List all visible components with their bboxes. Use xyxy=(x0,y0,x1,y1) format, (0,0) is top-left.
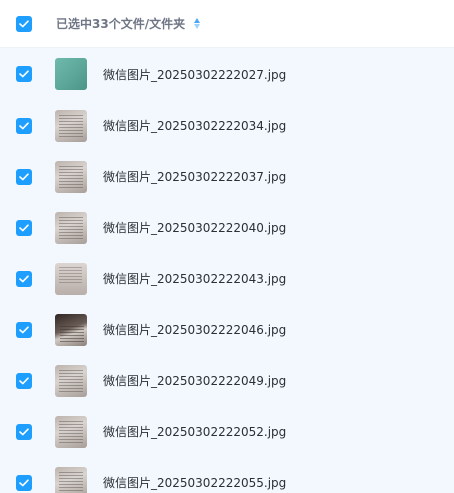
checkmark-icon xyxy=(19,19,29,27)
image-thumbnail[interactable] xyxy=(55,313,87,346)
file-name[interactable]: 微信图片_20250302222027.jpg xyxy=(103,66,286,83)
file-checkbox[interactable] xyxy=(16,321,32,338)
file-row[interactable]: 微信图片_20250302222052.jpg xyxy=(0,406,454,457)
checkmark-icon xyxy=(19,121,29,129)
file-row[interactable]: 微信图片_20250302222049.jpg xyxy=(0,355,454,406)
file-name[interactable]: 微信图片_20250302222046.jpg xyxy=(103,321,286,338)
checkmark-icon xyxy=(19,376,29,384)
file-checkbox[interactable] xyxy=(16,66,32,82)
file-name[interactable]: 微信图片_20250302222037.jpg xyxy=(103,168,286,185)
checkmark-icon xyxy=(19,223,29,231)
select-all-checkbox[interactable] xyxy=(16,15,32,32)
file-row[interactable]: 微信图片_20250302222034.jpg xyxy=(0,100,454,151)
file-name[interactable]: 微信图片_20250302222043.jpg xyxy=(103,270,286,287)
file-row[interactable]: 微信图片_20250302222043.jpg xyxy=(0,253,454,304)
image-thumbnail[interactable] xyxy=(55,160,87,193)
file-row[interactable]: 微信图片_20250302222055.jpg xyxy=(0,457,454,493)
image-thumbnail[interactable] xyxy=(55,211,87,244)
file-checkbox[interactable] xyxy=(16,270,32,287)
file-name[interactable]: 微信图片_20250302222034.jpg xyxy=(103,117,286,134)
sort-icon[interactable] xyxy=(193,17,201,31)
checkmark-icon xyxy=(19,274,29,282)
checkmark-icon xyxy=(19,172,29,180)
file-name[interactable]: 微信图片_20250302222049.jpg xyxy=(103,372,286,389)
checkmark-icon xyxy=(19,478,29,486)
file-list-panel: 已选中33个文件/文件夹 微信图片_20250302222027.jpg 微信图… xyxy=(0,0,454,493)
file-name[interactable]: 微信图片_20250302222040.jpg xyxy=(103,219,286,236)
list-header: 已选中33个文件/文件夹 xyxy=(0,0,454,48)
file-checkbox[interactable] xyxy=(16,117,32,134)
file-row[interactable]: 微信图片_20250302222037.jpg xyxy=(0,151,454,202)
file-checkbox[interactable] xyxy=(16,219,32,236)
image-thumbnail[interactable] xyxy=(55,58,87,90)
file-name[interactable]: 微信图片_20250302222052.jpg xyxy=(103,423,286,440)
selection-count-label: 已选中33个文件/文件夹 xyxy=(56,17,186,31)
checkmark-icon xyxy=(19,325,29,333)
file-list: 微信图片_20250302222027.jpg 微信图片_20250302222… xyxy=(0,48,454,493)
image-thumbnail[interactable] xyxy=(55,109,87,142)
file-row[interactable]: 微信图片_20250302222046.jpg xyxy=(0,304,454,355)
file-row[interactable]: 微信图片_20250302222027.jpg xyxy=(0,48,454,100)
file-checkbox[interactable] xyxy=(16,474,32,491)
image-thumbnail[interactable] xyxy=(55,415,87,448)
checkmark-icon xyxy=(19,70,29,78)
file-checkbox[interactable] xyxy=(16,168,32,185)
file-row[interactable]: 微信图片_20250302222040.jpg xyxy=(0,202,454,253)
checkmark-icon xyxy=(19,427,29,435)
file-checkbox[interactable] xyxy=(16,423,32,440)
image-thumbnail[interactable] xyxy=(55,466,87,493)
file-name[interactable]: 微信图片_20250302222055.jpg xyxy=(103,474,286,491)
image-thumbnail[interactable] xyxy=(55,364,87,397)
image-thumbnail[interactable] xyxy=(55,262,87,295)
file-checkbox[interactable] xyxy=(16,372,32,389)
